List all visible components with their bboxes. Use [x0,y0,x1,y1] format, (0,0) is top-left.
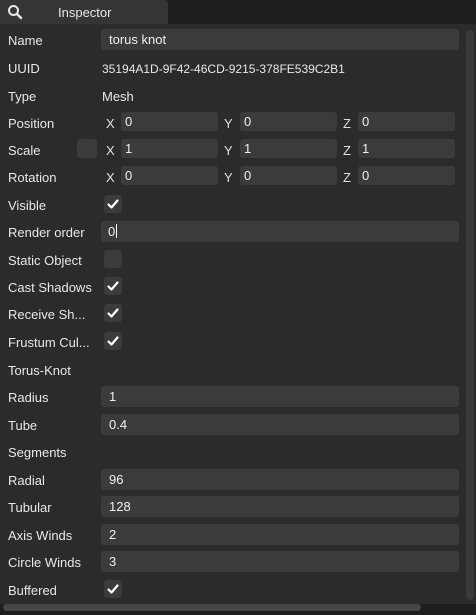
rotation-x-input[interactable]: 0 [121,166,218,185]
visible-row: Visible [0,194,462,216]
visible-checkbox[interactable] [104,195,122,213]
name-label: Name [8,33,43,48]
receive-shadows-label: Receive Sh... [8,307,86,322]
rotation-x-label: X [106,170,115,185]
rotation-row: Rotation X 0 Y 0 Z 0 [0,166,462,188]
render-order-row: Render order 0 [0,221,462,243]
vertical-scrollbar[interactable] [466,30,474,600]
cast-shadows-row: Cast Shadows [0,276,462,298]
axis-winds-row: Axis Winds 2 [0,524,462,546]
tab-inspector[interactable]: Inspector [0,0,168,24]
static-object-label: Static Object [8,253,82,268]
name-row: Name torus knot [0,29,462,51]
radius-row: Radius 1 [0,386,462,408]
axis-winds-label: Axis Winds [8,528,73,543]
position-y-label: Y [224,116,233,131]
axis-winds-input[interactable]: 2 [101,524,459,545]
name-input[interactable]: torus knot [101,29,459,50]
rotation-z-input[interactable]: 0 [358,166,455,185]
horizontal-scrollbar[interactable] [3,604,421,611]
scale-z-input[interactable]: 1 [358,139,455,158]
radial-row: Radial 96 [0,469,462,491]
buffered-label: Buffered [8,583,57,598]
position-z-label: Z [343,116,351,131]
tab-bar: Inspector [0,0,476,24]
scale-y-label: Y [224,143,233,158]
scale-z-label: Z [343,143,351,158]
uuid-label: UUID [8,61,40,76]
rotation-y-input[interactable]: 0 [240,166,337,185]
static-object-checkbox[interactable] [104,250,122,268]
text-caret [116,224,118,238]
frustum-culled-checkbox[interactable] [104,332,122,350]
tube-label: Tube [8,418,38,433]
radius-input[interactable]: 1 [101,386,459,407]
type-row: Type Mesh [0,85,462,107]
checkmark-icon [107,308,119,318]
circle-winds-label: Circle Winds [8,555,81,570]
cast-shadows-label: Cast Shadows [8,280,92,295]
buffered-row: Buffered [0,579,462,601]
position-y-input[interactable]: 0 [240,112,337,131]
render-order-value: 0 [108,224,116,239]
scale-lock-checkbox[interactable] [77,139,97,158]
rotation-label: Rotation [8,170,57,185]
scale-x-label: X [106,143,115,158]
type-label: Type [8,89,37,104]
position-x-label: X [106,116,115,131]
tab-title: Inspector [58,5,112,20]
receive-shadows-checkbox[interactable] [104,304,122,322]
radius-label: Radius [8,390,49,405]
circle-winds-input[interactable]: 3 [101,551,459,572]
cast-shadows-checkbox[interactable] [104,277,122,295]
visible-label: Visible [8,198,47,213]
tube-input[interactable]: 0.4 [101,414,459,435]
tubular-row: Tubular 128 [0,496,462,518]
frustum-culled-row: Frustum Cul... [0,331,462,353]
rotation-z-label: Z [343,170,351,185]
tubular-label: Tubular [8,500,52,515]
uuid-row: UUID 35194A1D-9F42-46CD-9215-378FE539C2B… [0,57,462,79]
render-order-input[interactable]: 0 [101,221,459,242]
type-value: Mesh [102,89,134,104]
receive-shadows-row: Receive Sh... [0,303,462,325]
torus-knot-section-title: Torus-Knot [8,363,71,378]
position-z-input[interactable]: 0 [358,112,455,131]
rotation-y-label: Y [224,170,233,185]
render-order-label: Render order [8,225,85,240]
checkmark-icon [107,199,119,209]
static-object-row: Static Object [0,249,462,271]
segments-section-title: Segments [8,445,67,460]
tubular-input[interactable]: 128 [101,496,459,517]
frustum-culled-label: Frustum Cul... [8,335,90,350]
circle-winds-row: Circle Winds 3 [0,551,462,573]
tube-row: Tube 0.4 [0,414,462,436]
scale-label: Scale [8,143,41,158]
position-x-input[interactable]: 0 [121,112,218,131]
buffered-checkbox[interactable] [104,580,122,598]
scale-row: Scale X 1 Y 1 Z 1 [0,139,462,161]
search-icon [7,4,23,20]
radial-label: Radial [8,473,45,488]
uuid-value: 35194A1D-9F42-46CD-9215-378FE539C2B1 [102,62,345,76]
scale-y-input[interactable]: 1 [240,139,337,158]
checkmark-icon [107,584,119,594]
radial-input[interactable]: 96 [101,469,459,490]
position-row: Position X 0 Y 0 Z 0 [0,112,462,134]
checkmark-icon [107,281,119,291]
checkmark-icon [107,336,119,346]
scale-x-input[interactable]: 1 [121,139,218,158]
position-label: Position [8,116,55,131]
